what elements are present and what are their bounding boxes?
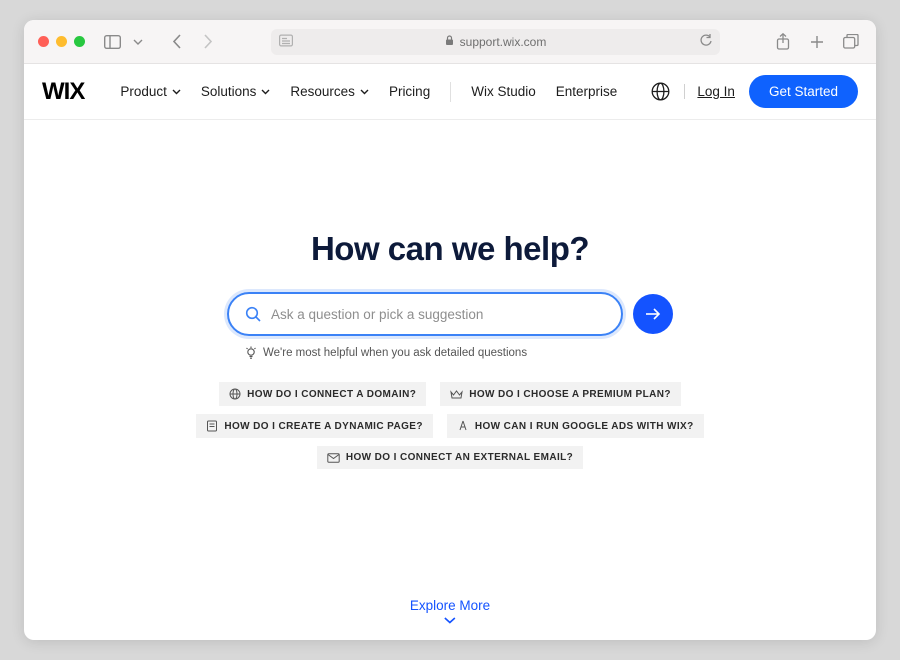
window-zoom-button[interactable]: [74, 36, 85, 47]
globe-icon: [651, 82, 670, 101]
search-hint: We're most helpful when you ask detailed…: [225, 346, 675, 360]
suggestion-chip[interactable]: HOW DO I CHOOSE A PREMIUM PLAN?: [440, 382, 681, 406]
primary-nav: Product Solutions Resources Pricing Wix …: [120, 82, 617, 102]
suggestion-chip[interactable]: HOW DO I CONNECT AN EXTERNAL EMAIL?: [317, 446, 583, 469]
tab-overview-icon[interactable]: [840, 31, 862, 53]
page-icon: [206, 420, 218, 432]
address-bar[interactable]: support.wix.com: [271, 29, 720, 55]
chip-label: HOW CAN I RUN GOOGLE ADS WITH WIX?: [475, 421, 694, 432]
url-host: support.wix.com: [460, 35, 547, 49]
nav-label: Wix Studio: [471, 84, 536, 99]
nav-pricing[interactable]: Pricing: [389, 84, 430, 99]
suggestion-chip[interactable]: HOW CAN I RUN GOOGLE ADS WITH WIX?: [447, 414, 704, 438]
get-started-button[interactable]: Get Started: [749, 75, 858, 108]
globe-icon: [229, 388, 241, 400]
browser-window: support.wix.com WIX Product: [24, 20, 876, 640]
search-submit-button[interactable]: [633, 294, 673, 334]
nav-enterprise[interactable]: Enterprise: [556, 84, 618, 99]
hint-text: We're most helpful when you ask detailed…: [263, 347, 527, 359]
browser-chrome: support.wix.com: [24, 20, 876, 64]
chevron-down-icon: [261, 89, 270, 95]
new-tab-icon[interactable]: [806, 31, 828, 53]
search-row: [227, 292, 673, 336]
language-button[interactable]: [650, 82, 670, 102]
window-minimize-button[interactable]: [56, 36, 67, 47]
suggestion-chip[interactable]: HOW DO I CREATE A DYNAMIC PAGE?: [196, 414, 433, 438]
site-header: WIX Product Solutions Resources Pricing …: [24, 64, 876, 120]
chevron-down-icon: [360, 89, 369, 95]
sidebar-toggle-icon[interactable]: [101, 31, 123, 53]
explore-label: Explore More: [410, 598, 490, 613]
page-headline: How can we help?: [311, 230, 589, 268]
nav-wix-studio[interactable]: Wix Studio: [471, 84, 536, 99]
reload-icon[interactable]: [699, 33, 712, 50]
nav-product[interactable]: Product: [120, 84, 181, 99]
nav-divider: [450, 82, 451, 102]
suggestion-chip[interactable]: HOW DO I CONNECT A DOMAIN?: [219, 382, 426, 406]
search-icon: [245, 306, 261, 322]
mail-icon: [327, 453, 340, 463]
nav-forward-button[interactable]: [197, 31, 219, 53]
explore-more-link[interactable]: Explore More: [410, 598, 490, 624]
window-controls: [38, 36, 85, 47]
arrow-right-icon: [645, 308, 661, 320]
nav-back-button[interactable]: [165, 31, 187, 53]
chevron-down-icon[interactable]: [127, 31, 149, 53]
login-link[interactable]: Log In: [684, 84, 735, 99]
nav-label: Solutions: [201, 84, 257, 99]
nav-label: Enterprise: [556, 84, 618, 99]
search-box[interactable]: [227, 292, 623, 336]
ads-icon: [457, 420, 469, 432]
chip-label: HOW DO I CHOOSE A PREMIUM PLAN?: [469, 389, 671, 400]
suggestion-chips: HOW DO I CONNECT A DOMAIN? HOW DO I CHOO…: [170, 382, 730, 469]
nav-label: Resources: [290, 84, 355, 99]
search-input[interactable]: [271, 307, 605, 322]
share-icon[interactable]: [772, 31, 794, 53]
chip-label: HOW DO I CONNECT A DOMAIN?: [247, 389, 416, 400]
nav-solutions[interactable]: Solutions: [201, 84, 271, 99]
wix-logo[interactable]: WIX: [42, 78, 84, 106]
nav-label: Product: [120, 84, 167, 99]
crown-icon: [450, 389, 463, 400]
window-close-button[interactable]: [38, 36, 49, 47]
nav-label: Pricing: [389, 84, 430, 99]
main-content: How can we help? We're most helpful when…: [24, 120, 876, 640]
chevron-down-icon: [172, 89, 181, 95]
reader-mode-icon[interactable]: [279, 34, 293, 49]
chevron-down-icon: [444, 617, 456, 624]
lightbulb-icon: [245, 346, 257, 360]
chip-label: HOW DO I CREATE A DYNAMIC PAGE?: [224, 421, 423, 432]
nav-resources[interactable]: Resources: [290, 84, 369, 99]
lock-icon: [445, 35, 454, 49]
chip-label: HOW DO I CONNECT AN EXTERNAL EMAIL?: [346, 452, 573, 463]
